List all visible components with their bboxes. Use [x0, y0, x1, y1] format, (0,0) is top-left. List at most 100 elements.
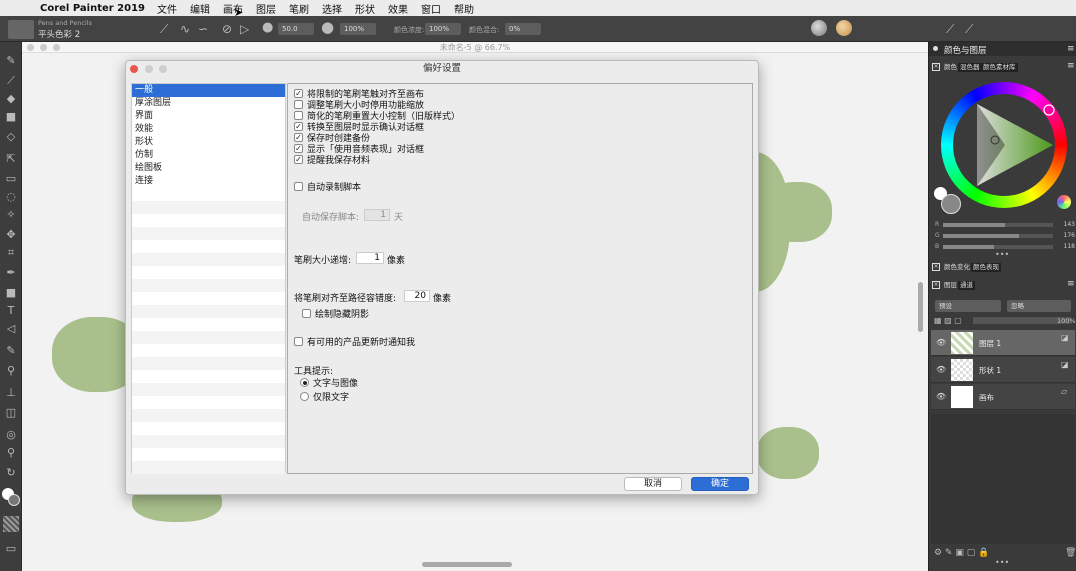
brush-stroke-icon[interactable]: ⟋: [160, 23, 168, 35]
ok-button[interactable]: 确定: [691, 477, 749, 491]
checkbox[interactable]: ✓: [294, 122, 303, 131]
layers-close-icon[interactable]: ×: [932, 281, 940, 289]
dropper-tool-icon[interactable]: ⟋: [3, 74, 19, 88]
crop-tool-icon[interactable]: ⌗: [3, 246, 19, 260]
rotate-page-icon[interactable]: ↻: [3, 466, 19, 480]
eraser-tool-icon[interactable]: ◇: [3, 130, 19, 144]
color-density-field[interactable]: 100%: [425, 23, 461, 35]
menu-window[interactable]: 窗口: [421, 1, 441, 16]
tab-color[interactable]: 颜色: [942, 63, 959, 72]
brush-tracking-icon[interactable]: ⟋: [946, 23, 954, 35]
tab-channels[interactable]: 通道: [958, 281, 975, 290]
category-performance[interactable]: 效能: [132, 123, 285, 136]
category-shapes[interactable]: 形状: [132, 136, 285, 149]
text-tool-icon[interactable]: T: [3, 304, 19, 318]
close-window-icon[interactable]: [130, 65, 138, 73]
magic-wand-icon[interactable]: ✧: [3, 208, 19, 222]
panel-close-icon[interactable]: [933, 46, 938, 51]
app-name-menu[interactable]: Corel Painter 2019: [40, 3, 145, 14]
checkbox[interactable]: ✓: [294, 89, 303, 98]
grabber-icon[interactable]: ◎: [3, 428, 19, 442]
option-auto-record-script[interactable]: 自动录制脚本: [294, 181, 361, 193]
checkbox[interactable]: [294, 337, 303, 346]
checkbox[interactable]: [294, 100, 303, 109]
layers-menu-icon[interactable]: ≡: [1067, 279, 1075, 289]
option-update-notify[interactable]: 有可用的产品更新时通知我: [294, 336, 415, 348]
freehand-stroke-icon[interactable]: ∿: [180, 23, 190, 35]
color-harmony-icon[interactable]: [1057, 195, 1071, 209]
variation-close-icon[interactable]: ×: [932, 263, 940, 271]
category-cloning[interactable]: 仿制: [132, 149, 285, 162]
option-draw-hidden-shadow[interactable]: 绘制隐藏阴影: [302, 308, 369, 320]
menu-select[interactable]: 选择: [322, 1, 342, 16]
cancel-button[interactable]: 取消: [624, 477, 682, 491]
brush-selector-icon[interactable]: ⟋: [965, 23, 973, 35]
color-close-icon[interactable]: ×: [932, 63, 940, 71]
tab-color-sets[interactable]: 颜色素材库: [981, 63, 1018, 72]
layer-row[interactable]: 👁 画布 ▱: [931, 384, 1075, 410]
menu-effects[interactable]: 效果: [388, 1, 408, 16]
category-interface[interactable]: 界面: [132, 110, 285, 123]
more-options-icon[interactable]: •••: [995, 250, 1009, 259]
pen-tool-icon[interactable]: ✒: [3, 266, 19, 280]
visibility-eye-icon[interactable]: 👁: [936, 392, 946, 401]
tab-color-expression[interactable]: 颜色表现: [971, 263, 1001, 272]
checkbox[interactable]: [294, 182, 303, 191]
fill-tool-icon[interactable]: ■: [3, 110, 19, 124]
category-general[interactable]: 一般: [132, 84, 285, 97]
paper-texture-icon[interactable]: [3, 516, 19, 532]
layer-actions-icons[interactable]: ⚙ ✎ ▣ ▢ 🔒: [934, 548, 989, 558]
menu-file[interactable]: 文件: [157, 1, 177, 16]
color-wheel[interactable]: [941, 82, 1067, 208]
play-stroke-icon[interactable]: ▷: [240, 23, 249, 35]
brush-grain-icon[interactable]: [836, 20, 852, 36]
radio-button[interactable]: [300, 392, 309, 401]
cloner-tool-icon[interactable]: ✎: [3, 344, 19, 358]
paint-bucket-icon[interactable]: ◆: [3, 92, 19, 106]
dab-preview-icon[interactable]: [811, 20, 827, 36]
delete-layer-icon[interactable]: 🗑: [1065, 548, 1076, 558]
slider-red[interactable]: R 143: [935, 221, 1075, 229]
tab-color-variation[interactable]: 颜色变化: [942, 263, 972, 272]
visibility-eye-icon[interactable]: 👁: [936, 338, 946, 347]
category-tablet[interactable]: 绘图板: [132, 162, 285, 175]
shape-selection-icon[interactable]: ◁: [3, 322, 19, 336]
slider-green[interactable]: G 176: [935, 232, 1075, 240]
size-field[interactable]: 50.0: [278, 23, 314, 35]
mirror-tool-icon[interactable]: ◫: [3, 406, 19, 420]
category-impasto[interactable]: 厚涂图层: [132, 97, 285, 110]
straight-stroke-icon[interactable]: ∽: [198, 23, 208, 35]
checkbox[interactable]: ✓: [294, 133, 303, 142]
option-remind-save-materials[interactable]: ✓ 提醒我保存材料: [294, 154, 370, 166]
layers-more-icon[interactable]: •••: [995, 558, 1009, 567]
checkbox[interactable]: [294, 111, 303, 120]
radio-text-and-images[interactable]: 文字与图像: [300, 377, 358, 389]
menu-edit[interactable]: 编辑: [190, 1, 210, 16]
color-swatch-icon[interactable]: [2, 488, 20, 506]
path-tolerance-field[interactable]: 20: [404, 290, 430, 302]
autosave-days-field[interactable]: 1: [364, 209, 390, 221]
menu-brushes[interactable]: 笔刷: [289, 1, 309, 16]
composite-depth-select[interactable]: 忽略: [1007, 300, 1071, 312]
horizontal-scrollbar[interactable]: [422, 562, 512, 567]
brush-preview-icon[interactable]: [8, 20, 34, 39]
layer-row[interactable]: 👁 形状 1 ◪: [931, 357, 1075, 383]
opacity-field[interactable]: 100%: [340, 23, 376, 35]
shape-tool-icon[interactable]: ■: [3, 286, 19, 300]
layer-adjuster-icon[interactable]: ⇱: [3, 152, 19, 166]
menu-layers[interactable]: 图层: [256, 1, 276, 16]
reset-tool-icon[interactable]: ⊘: [222, 23, 232, 35]
vertical-scrollbar[interactable]: [918, 282, 923, 332]
rect-select-icon[interactable]: ▭: [3, 172, 19, 186]
magnifier-icon[interactable]: ⚲: [3, 446, 19, 460]
checkbox[interactable]: ✓: [294, 144, 303, 153]
screen-mode-icon[interactable]: ▭: [3, 542, 19, 556]
menu-shapes[interactable]: 形状: [355, 1, 375, 16]
checkbox[interactable]: [302, 309, 311, 318]
brush-tool-icon[interactable]: ✎: [3, 54, 19, 68]
brush-step-field[interactable]: 1: [356, 252, 384, 264]
tab-layers[interactable]: 图层: [942, 281, 959, 290]
transform-icon[interactable]: ✥: [3, 228, 19, 242]
layer-row[interactable]: 👁 图层 1 ◪: [931, 330, 1075, 356]
layer-lock-icons[interactable]: ▦ ▨ ▢: [934, 316, 970, 326]
